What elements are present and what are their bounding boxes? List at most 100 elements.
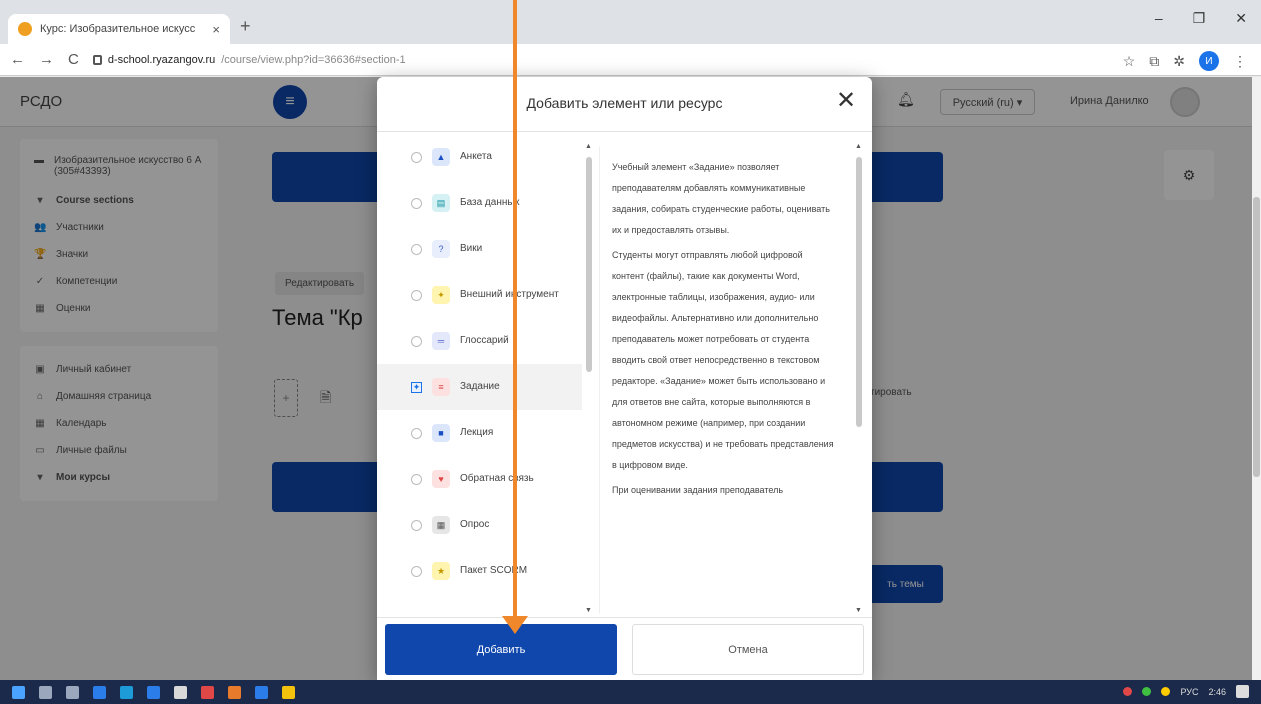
- app-icon[interactable]: [93, 685, 106, 699]
- extensions-icon[interactable]: ✲: [1173, 53, 1185, 70]
- radio-button[interactable]: [411, 151, 422, 163]
- app-icon[interactable]: [228, 685, 241, 699]
- module-label: База данных: [460, 196, 520, 208]
- module-option[interactable]: ✦ Внешний инструмент: [377, 272, 582, 318]
- windows-taskbar: РУС 2:46: [0, 680, 1261, 704]
- module-option[interactable]: ▦ Опрос: [377, 502, 582, 548]
- browser-toolbar: ← → C d-school.ryazangov.ru/course/view.…: [0, 44, 1261, 76]
- browser-menu-icon[interactable]: ⋮: [1233, 53, 1247, 70]
- tray-icon[interactable]: [1161, 687, 1171, 696]
- module-description: Учебный элемент «Задание» позволяет преп…: [599, 147, 849, 613]
- module-icon: ★: [432, 562, 450, 580]
- module-option[interactable]: ■ Лекция: [377, 410, 582, 456]
- description-paragraph: Учебный элемент «Задание» позволяет преп…: [612, 162, 830, 235]
- edge-icon[interactable]: [120, 685, 133, 699]
- radio-button[interactable]: [411, 473, 422, 485]
- tray-icon[interactable]: [1142, 687, 1152, 696]
- add-activity-modal: Добавить элемент или ресурс ✕ ▲ Анкета ▤ Ба…: [377, 77, 872, 680]
- system-tray: РУС 2:46: [1123, 685, 1249, 698]
- notification-icon[interactable]: [1236, 685, 1249, 698]
- module-icon: ≡: [432, 378, 450, 396]
- module-icon: ▤: [432, 194, 450, 212]
- module-label: Лекция: [460, 426, 494, 438]
- app-icon[interactable]: [201, 685, 214, 699]
- translate-icon[interactable]: ⧉: [1149, 53, 1159, 70]
- tray-icon[interactable]: [1123, 687, 1133, 696]
- url-host: d-school.ryazangov.ru: [107, 53, 216, 66]
- module-icon: ✦: [432, 286, 450, 304]
- modal-header: Добавить элемент или ресурс ✕: [377, 77, 872, 132]
- annotation-arrow-head: [502, 616, 528, 634]
- module-option[interactable]: ? Вики: [377, 226, 582, 272]
- radio-button[interactable]: [411, 289, 422, 301]
- bookmark-star-icon[interactable]: ☆: [1123, 53, 1136, 70]
- scroll-up-icon[interactable]: ▲: [855, 143, 862, 150]
- app-icon[interactable]: [147, 685, 160, 699]
- back-button[interactable]: ←: [10, 51, 25, 68]
- module-label: Анкета: [460, 150, 492, 162]
- chrome-icon[interactable]: [282, 685, 295, 699]
- close-icon[interactable]: ✕: [836, 89, 856, 113]
- maximize-button[interactable]: ❐: [1193, 10, 1206, 27]
- app-icon[interactable]: [255, 685, 268, 699]
- module-list: ▲ Анкета ▤ База данных ? Вики ✦ Внешний инструм…: [377, 136, 591, 614]
- close-window-button[interactable]: ✕: [1235, 10, 1247, 27]
- description-paragraph: При оценивании задания преподаватель: [612, 485, 784, 495]
- scroll-down-icon[interactable]: ▼: [855, 607, 862, 614]
- toolbar-right: ☆ ⧉ ✲ И ⋮: [1123, 51, 1247, 71]
- module-icon: ▲: [432, 148, 450, 166]
- forward-button[interactable]: →: [39, 51, 54, 68]
- radio-button[interactable]: [411, 519, 422, 531]
- reload-button[interactable]: C: [68, 51, 79, 68]
- new-tab-button[interactable]: +: [240, 16, 251, 37]
- module-label: Глоссарий: [460, 334, 509, 346]
- profile-avatar[interactable]: И: [1199, 51, 1219, 71]
- address-bar[interactable]: d-school.ryazangov.ru/course/view.php?id…: [92, 53, 406, 66]
- module-label: Задание: [460, 380, 500, 392]
- module-list-scrollbar[interactable]: ▲ ▼: [585, 143, 593, 614]
- task-view-icon[interactable]: [66, 685, 79, 699]
- page-scrollbar[interactable]: [1252, 77, 1261, 680]
- module-option[interactable]: ═ Глоссарий: [377, 318, 582, 364]
- description-scrollbar[interactable]: ▲ ▼: [855, 143, 863, 614]
- selected-radio-icon[interactable]: ✦: [411, 381, 422, 393]
- tab-close-icon[interactable]: ×: [212, 22, 220, 37]
- module-icon: ═: [432, 332, 450, 350]
- module-option[interactable]: ▤ База данных: [377, 180, 582, 226]
- scroll-up-icon[interactable]: ▲: [585, 143, 592, 150]
- browser-tab[interactable]: Курс: Изобразительное искусс ×: [8, 14, 230, 44]
- add-button[interactable]: Добавить: [385, 624, 617, 675]
- module-list-scrollbar-thumb[interactable]: [586, 157, 592, 372]
- minimize-button[interactable]: –: [1155, 10, 1163, 27]
- module-icon: ▦: [432, 516, 450, 534]
- scroll-down-icon[interactable]: ▼: [585, 607, 592, 614]
- module-icon: ?: [432, 240, 450, 258]
- clock[interactable]: 2:46: [1208, 687, 1226, 697]
- tab-title: Курс: Изобразительное искусс: [40, 23, 196, 35]
- modal-title: Добавить элемент или ресурс: [526, 95, 723, 111]
- module-label: Обратная связь: [460, 472, 534, 484]
- lock-icon: [92, 54, 102, 65]
- module-option[interactable]: ★ Пакет SCORM: [377, 548, 582, 594]
- start-icon[interactable]: [12, 685, 25, 699]
- favicon-icon: [18, 22, 32, 36]
- radio-button[interactable]: [411, 335, 422, 347]
- radio-button[interactable]: [411, 197, 422, 209]
- url-path: /course/view.php?id=36636#section-1: [221, 53, 406, 66]
- radio-button[interactable]: [411, 565, 422, 577]
- module-icon: ♥: [432, 470, 450, 488]
- page-scrollbar-thumb[interactable]: [1253, 197, 1260, 477]
- module-option[interactable]: ▲ Анкета: [377, 136, 582, 180]
- window-controls: – ❐ ✕: [1155, 10, 1247, 27]
- radio-button[interactable]: [411, 427, 422, 439]
- cancel-button[interactable]: Отмена: [632, 624, 864, 675]
- module-option[interactable]: ♥ Обратная связь: [377, 456, 582, 502]
- description-scrollbar-thumb[interactable]: [856, 157, 862, 427]
- search-icon[interactable]: [39, 685, 52, 699]
- modal-footer: Добавить Отмена: [377, 617, 872, 680]
- app-icon[interactable]: [174, 685, 187, 699]
- keyboard-layout[interactable]: РУС: [1180, 687, 1198, 697]
- module-option[interactable]: ✦ ≡ Задание: [377, 364, 582, 410]
- module-label: Опрос: [460, 518, 490, 530]
- radio-button[interactable]: [411, 243, 422, 255]
